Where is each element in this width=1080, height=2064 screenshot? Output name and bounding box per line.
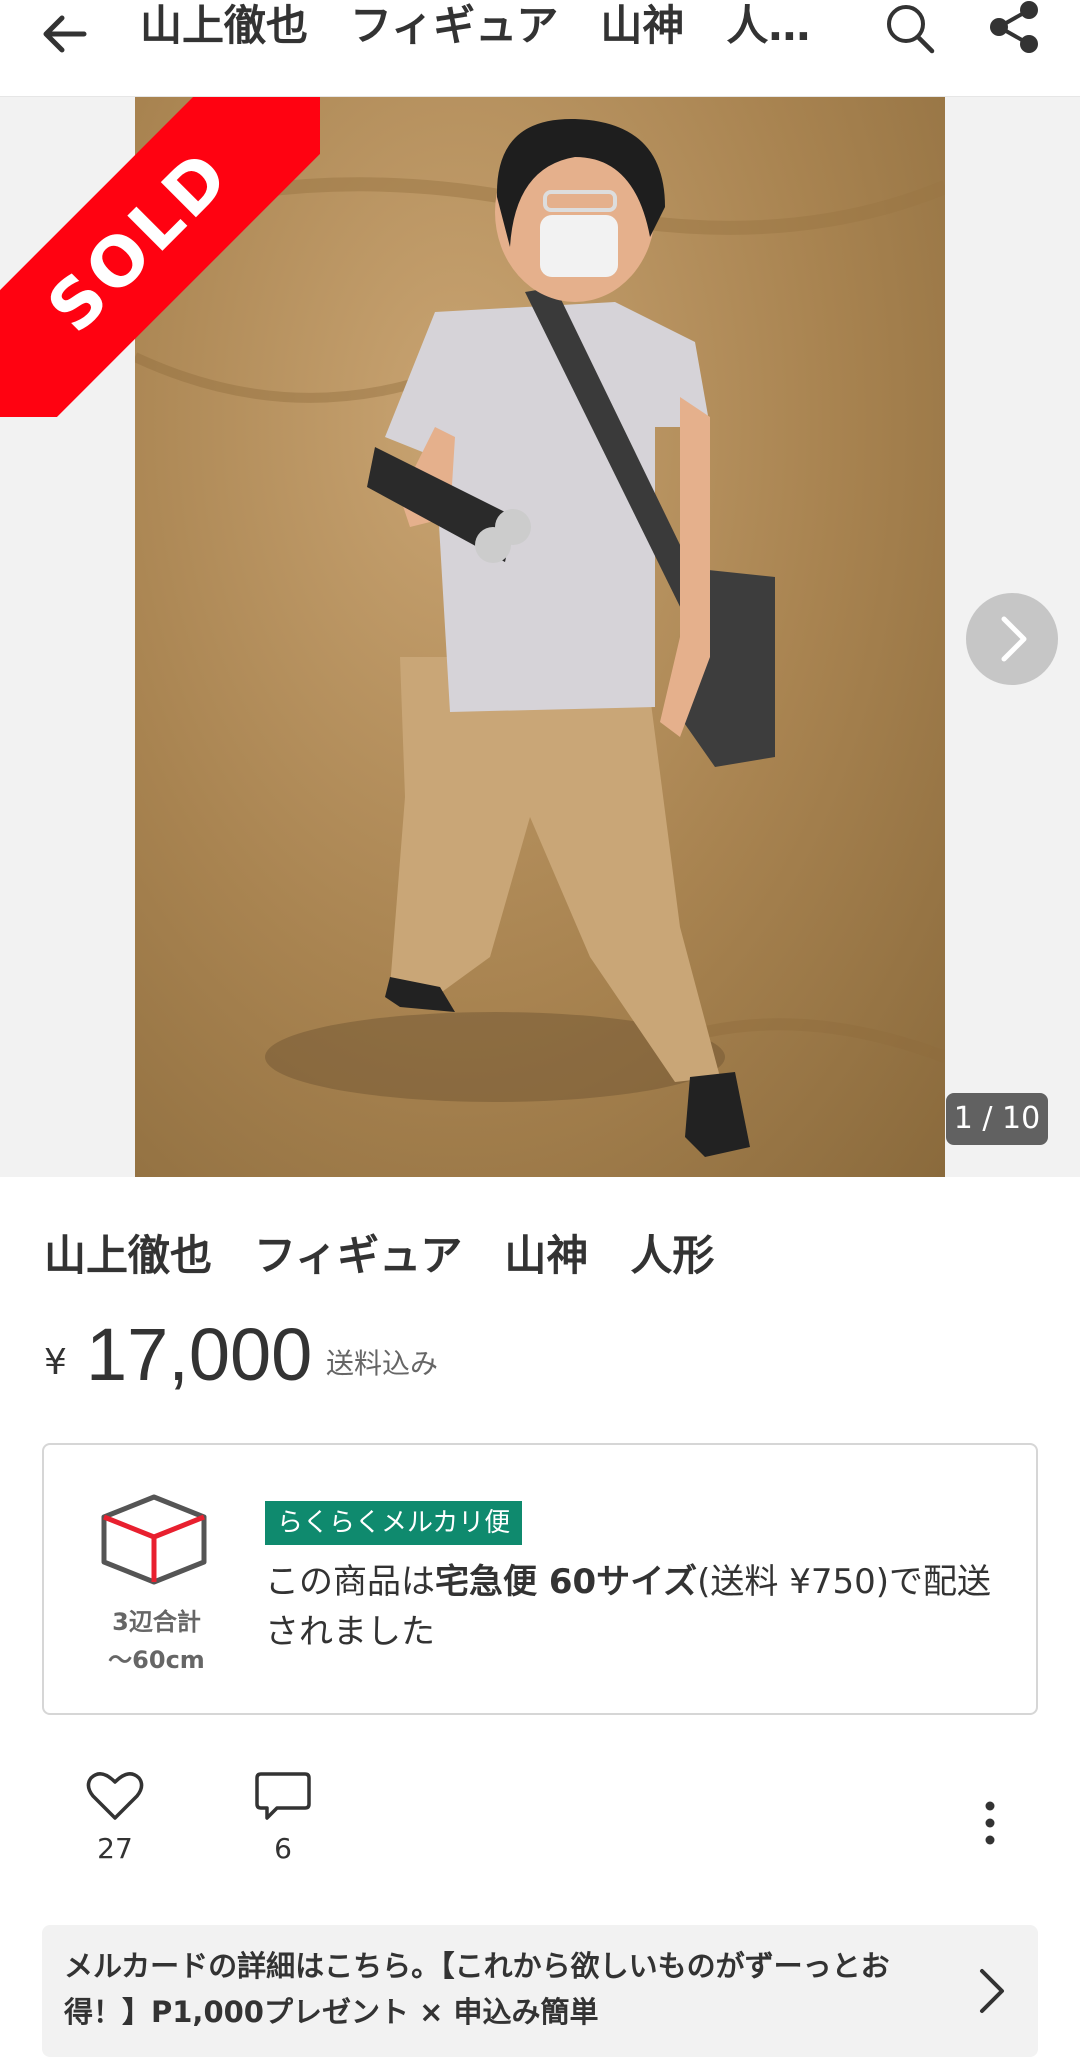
price: 17,000: [86, 1313, 313, 1396]
shipping-included-label: 送料込み: [326, 1347, 439, 1380]
image-counter: 1 / 10: [946, 1093, 1048, 1145]
search-icon[interactable]: [880, 0, 940, 60]
image-carousel[interactable]: SOLD 1 / 10: [0, 97, 1080, 1177]
comment-button[interactable]: 6: [253, 1770, 313, 1865]
next-image-button[interactable]: [966, 593, 1058, 685]
promo-text: メルカードの詳細はこちら。【これから欲しいものがずーっとお得！】P1,000プレ…: [64, 1949, 890, 2029]
comment-icon: [255, 1772, 311, 1820]
share-icon[interactable]: [985, 0, 1045, 60]
currency-symbol: ¥: [44, 1342, 67, 1383]
box-size-line1: 3辺合計: [112, 1608, 201, 1636]
more-options-icon[interactable]: [975, 1798, 1005, 1848]
box-size-line2: 〜60cm: [108, 1646, 205, 1674]
shipping-description: この商品は宅急便 60サイズ(送料 ¥750)で配送されました: [265, 1557, 1005, 1657]
like-count: 27: [97, 1832, 133, 1865]
chevron-right-icon: [1001, 616, 1027, 662]
heart-icon: [86, 1772, 144, 1820]
sold-label: SOLD: [0, 97, 320, 417]
package-box-icon: [101, 1494, 207, 1585]
comment-count: 6: [274, 1832, 292, 1865]
shipping-info-card: 3辺合計 〜60cm らくらくメルカリ便 この商品は宅急便 60サイズ(送料 ¥…: [42, 1443, 1038, 1715]
page-title: 山上徹也 フィギュア 山神 人…: [140, 1, 811, 50]
chevron-right-icon: [980, 1969, 1004, 2013]
sold-ribbon: SOLD: [0, 97, 320, 417]
price-row: ¥ 17,000 送料込み: [44, 1312, 1044, 1396]
mercard-promo-banner[interactable]: メルカードの詳細はこちら。【これから欲しいものがずーっとお得！】P1,000プレ…: [42, 1925, 1038, 2057]
app-bar: 山上徹也 フィギュア 山神 人…: [0, 0, 1080, 97]
like-button[interactable]: 27: [85, 1770, 145, 1865]
rakuraku-mercari-badge: らくらくメルカリ便: [265, 1501, 523, 1545]
shipping-desc-pre: この商品は: [265, 1562, 435, 1602]
item-title: 山上徹也 フィギュア 山神 人形: [44, 1231, 715, 1280]
back-arrow-icon[interactable]: [36, 6, 96, 66]
shipping-method: 宅急便 60サイズ: [435, 1562, 698, 1602]
box-size-label: 3辺合計 〜60cm: [74, 1603, 239, 1679]
